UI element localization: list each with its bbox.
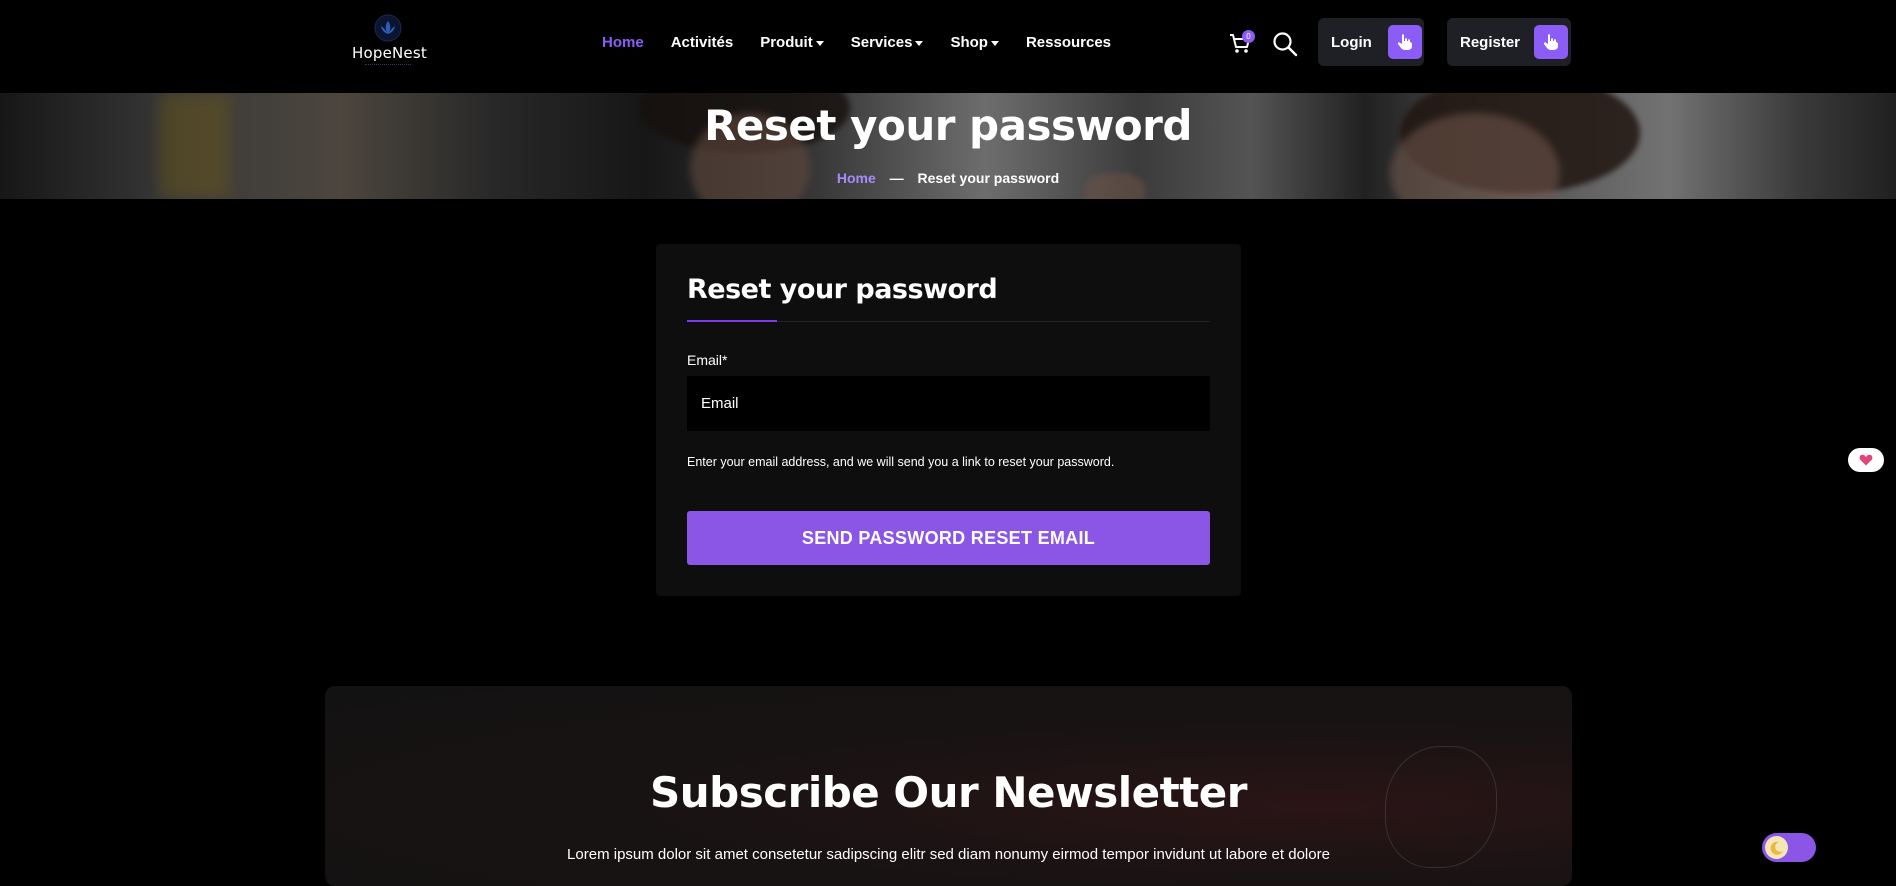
logo-tagline-decoration <box>365 64 411 67</box>
nav-item-activites[interactable]: Activités <box>671 34 734 51</box>
chevron-down-icon <box>815 41 824 46</box>
nav-item-services[interactable]: Services <box>851 34 924 51</box>
login-button[interactable]: Login <box>1318 18 1424 66</box>
floating-wishlist-button[interactable] <box>1848 448 1884 472</box>
lotus-icon <box>374 14 402 42</box>
reset-password-card: Reset your password Email* Enter your em… <box>656 244 1241 596</box>
theme-toggle[interactable] <box>1762 833 1816 862</box>
nav-item-label: Services <box>850 34 913 51</box>
search-button[interactable] <box>1272 31 1298 57</box>
nav-item-label: Activités <box>670 34 734 51</box>
chevron-down-icon <box>915 41 924 46</box>
newsletter-section: Subscribe Our Newsletter Lorem ipsum dol… <box>325 686 1572 886</box>
register-label: Register <box>1460 33 1521 51</box>
nav-item-label: Produit <box>760 34 813 51</box>
logo-text: HopeNest <box>352 44 427 62</box>
nav-item-label: Home <box>602 34 644 51</box>
breadcrumb: Home — Reset your password <box>0 170 1896 186</box>
newsletter-text: Lorem ipsum dolor sit amet consetetur sa… <box>567 846 1330 863</box>
nav-item-shop[interactable]: Shop <box>950 34 999 51</box>
page-title: Reset your password <box>704 101 1192 150</box>
pointer-hand-icon <box>1534 25 1569 59</box>
chevron-down-icon <box>990 41 999 46</box>
cart-button[interactable]: 0 <box>1228 30 1255 58</box>
title-divider-accent <box>687 320 777 322</box>
cart-count-badge: 0 <box>1242 30 1255 43</box>
site-header: HopeNest Home Activités Produit Services… <box>0 0 1896 93</box>
page-banner: Reset your password Home — Reset your pa… <box>0 93 1896 199</box>
search-icon <box>1273 32 1298 57</box>
nav-item-ressources[interactable]: Ressources <box>1026 34 1111 51</box>
email-label: Email* <box>687 352 728 368</box>
nav-item-produit[interactable]: Produit <box>760 34 824 51</box>
nav-item-home[interactable]: Home <box>602 34 644 51</box>
site-logo[interactable]: HopeNest <box>352 14 427 70</box>
form-title: Reset your password <box>687 274 998 305</box>
login-label: Login <box>1331 33 1372 51</box>
register-button[interactable]: Register <box>1447 18 1571 66</box>
breadcrumb-home-link[interactable]: Home <box>837 170 876 186</box>
breadcrumb-current: Reset your password <box>917 170 1060 186</box>
main-nav: Home Activités Produit Services Shop Res… <box>602 34 1138 51</box>
nav-item-label: Shop <box>950 34 988 51</box>
newsletter-title: Subscribe Our Newsletter <box>650 768 1248 817</box>
email-field[interactable] <box>687 376 1210 431</box>
heart-icon <box>1859 454 1873 466</box>
send-reset-email-button[interactable]: SEND PASSWORD RESET EMAIL <box>687 511 1210 565</box>
moon-icon <box>1765 836 1788 859</box>
breadcrumb-separator: — <box>889 170 904 186</box>
help-text: Enter your email address, and we will se… <box>687 455 1115 469</box>
nav-item-label: Ressources <box>1025 34 1112 51</box>
pointer-hand-icon <box>1387 25 1422 59</box>
